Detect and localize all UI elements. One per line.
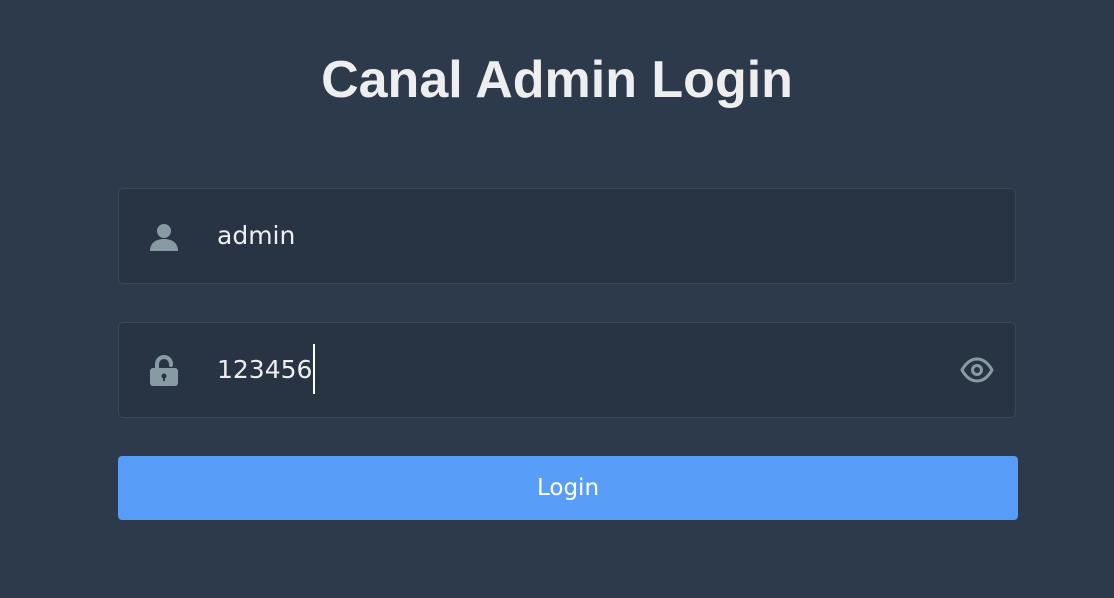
eye-icon[interactable] [959,353,995,387]
username-input[interactable]: admin [217,189,295,283]
text-caret [313,344,316,394]
password-value: 123456 [217,355,313,384]
password-input[interactable]: 123456 [217,323,316,417]
login-page: Canal Admin Login admin 123456 Login [0,0,1114,598]
lock-icon [149,355,179,387]
user-icon [149,221,179,253]
login-button[interactable]: Login [118,456,1018,520]
password-field[interactable]: 123456 [118,322,1016,418]
username-field[interactable]: admin [118,188,1016,284]
page-title: Canal Admin Login [321,51,793,109]
